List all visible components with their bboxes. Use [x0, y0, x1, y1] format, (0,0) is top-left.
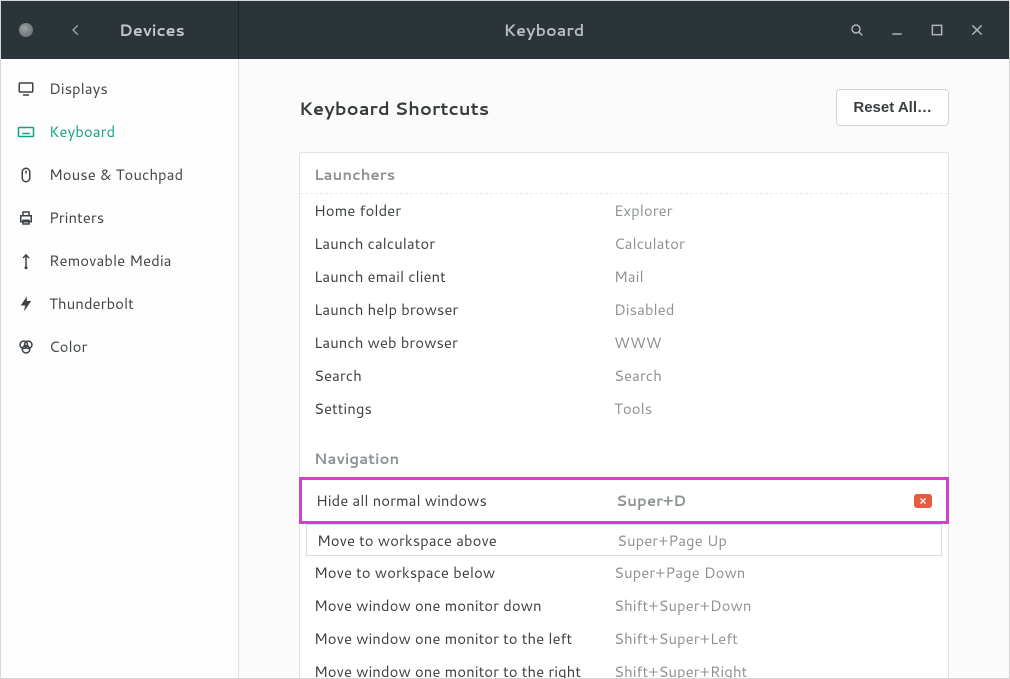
sidebar-item-label: Displays — [49, 78, 108, 99]
mouse-icon — [17, 166, 35, 184]
sidebar-item-label: Thunderbolt — [49, 293, 134, 314]
keyboard-icon — [17, 123, 35, 141]
sidebar-item-keyboard[interactable]: Keyboard — [1, 110, 238, 153]
shortcut-accel: Super+Page Down — [614, 562, 910, 583]
usb-icon — [17, 252, 35, 270]
page-title: Keyboard Shortcuts — [299, 95, 489, 121]
headerbar: Devices Keyboard — [1, 1, 1009, 59]
reset-all-button[interactable]: Reset All… — [836, 89, 949, 126]
shortcut-accel: Explorer — [614, 200, 910, 221]
sidebar-item-printers[interactable]: Printers — [1, 196, 238, 239]
shortcut-accel: Calculator — [614, 233, 910, 254]
shortcut-row[interactable]: Move window one monitor down Shift+Super… — [300, 589, 948, 622]
shortcuts-panel: Launchers Home folder Explorer Launch ca… — [299, 152, 949, 678]
printer-icon — [17, 209, 35, 227]
headerbar-left: Devices — [1, 1, 239, 59]
shortcut-accel: Shift+Super+Left — [614, 628, 910, 649]
sidebar: Displays Keyboard Mouse & Touchpad Print… — [1, 59, 239, 678]
close-icon[interactable] — [969, 22, 985, 38]
shortcut-row[interactable]: Move window one monitor to the left Shif… — [300, 622, 948, 655]
shortcut-accel: Disabled — [614, 299, 910, 320]
sidebar-item-label: Color — [49, 336, 87, 357]
shortcut-label: Move window one monitor to the left — [314, 628, 614, 649]
thunderbolt-icon — [17, 295, 35, 313]
shortcut-label: Move to workspace below — [314, 562, 614, 583]
shortcut-row[interactable]: Settings Tools — [300, 392, 948, 425]
color-icon — [17, 338, 35, 356]
search-icon[interactable] — [849, 22, 865, 38]
shortcut-label: Launch email client — [314, 266, 614, 287]
window-controls — [849, 22, 1009, 38]
settings-window: Devices Keyboard Displays — [0, 0, 1010, 679]
shortcut-row[interactable]: Launch help browser Disabled — [300, 293, 948, 326]
shortcut-label: Move to workspace above — [317, 530, 617, 551]
group-header-launchers: Launchers — [300, 153, 948, 194]
minimize-icon[interactable] — [889, 22, 905, 38]
sidebar-item-label: Printers — [49, 207, 104, 228]
shortcut-row-highlighted[interactable]: Hide all normal windows Super+D — [299, 477, 949, 524]
shortcut-row[interactable]: Move to workspace above Super+Page Up — [306, 524, 942, 556]
shortcut-accel: Super+Page Up — [617, 530, 907, 551]
sidebar-item-label: Removable Media — [49, 250, 171, 271]
shortcut-label: Hide all normal windows — [316, 490, 616, 511]
shortcut-row[interactable]: Move window one monitor to the right Shi… — [300, 655, 948, 678]
shortcut-accel: Search — [614, 365, 910, 386]
clear-shortcut-icon[interactable] — [914, 494, 932, 508]
shortcut-row[interactable]: Launch email client Mail — [300, 260, 948, 293]
shortcut-label: Settings — [314, 398, 614, 419]
shortcut-accel: Tools — [614, 398, 910, 419]
panel-title: Devices — [119, 19, 185, 42]
shortcut-accel: Shift+Super+Right — [614, 661, 910, 678]
shortcut-label: Launch help browser — [314, 299, 614, 320]
shortcut-row[interactable]: Search Search — [300, 359, 948, 392]
shortcut-accel: Mail — [614, 266, 910, 287]
app-icon — [19, 23, 33, 37]
shortcut-accel: Shift+Super+Down — [614, 595, 910, 616]
window-body: Displays Keyboard Mouse & Touchpad Print… — [1, 59, 1009, 678]
shortcut-label: Search — [314, 365, 614, 386]
shortcut-label: Launch calculator — [314, 233, 614, 254]
main-content: Keyboard Shortcuts Reset All… Launchers … — [239, 59, 1009, 678]
group-header-navigation: Navigation — [300, 437, 948, 477]
shortcut-row[interactable]: Launch calculator Calculator — [300, 227, 948, 260]
maximize-icon[interactable] — [929, 22, 945, 38]
shortcut-row[interactable]: Home folder Explorer — [300, 194, 948, 227]
main-header: Keyboard Shortcuts Reset All… — [299, 89, 949, 126]
sidebar-item-displays[interactable]: Displays — [1, 67, 238, 110]
sidebar-item-label: Mouse & Touchpad — [49, 164, 183, 185]
display-icon — [17, 80, 35, 98]
window-title: Keyboard — [239, 19, 849, 42]
sidebar-item-mouse[interactable]: Mouse & Touchpad — [1, 153, 238, 196]
shortcut-label: Move window one monitor to the right — [314, 661, 614, 678]
sidebar-item-color[interactable]: Color — [1, 325, 238, 368]
shortcut-label: Launch web browser — [314, 332, 614, 353]
sidebar-item-thunderbolt[interactable]: Thunderbolt — [1, 282, 238, 325]
shortcut-accel: WWW — [614, 332, 910, 353]
back-button[interactable] — [61, 13, 91, 47]
shortcut-accel: Super+D — [616, 490, 908, 511]
shortcut-label: Home folder — [314, 200, 614, 221]
sidebar-item-label: Keyboard — [49, 121, 115, 142]
shortcut-label: Move window one monitor down — [314, 595, 614, 616]
shortcut-row[interactable]: Launch web browser WWW — [300, 326, 948, 359]
sidebar-item-removable-media[interactable]: Removable Media — [1, 239, 238, 282]
shortcut-row[interactable]: Move to workspace below Super+Page Down — [300, 556, 948, 589]
